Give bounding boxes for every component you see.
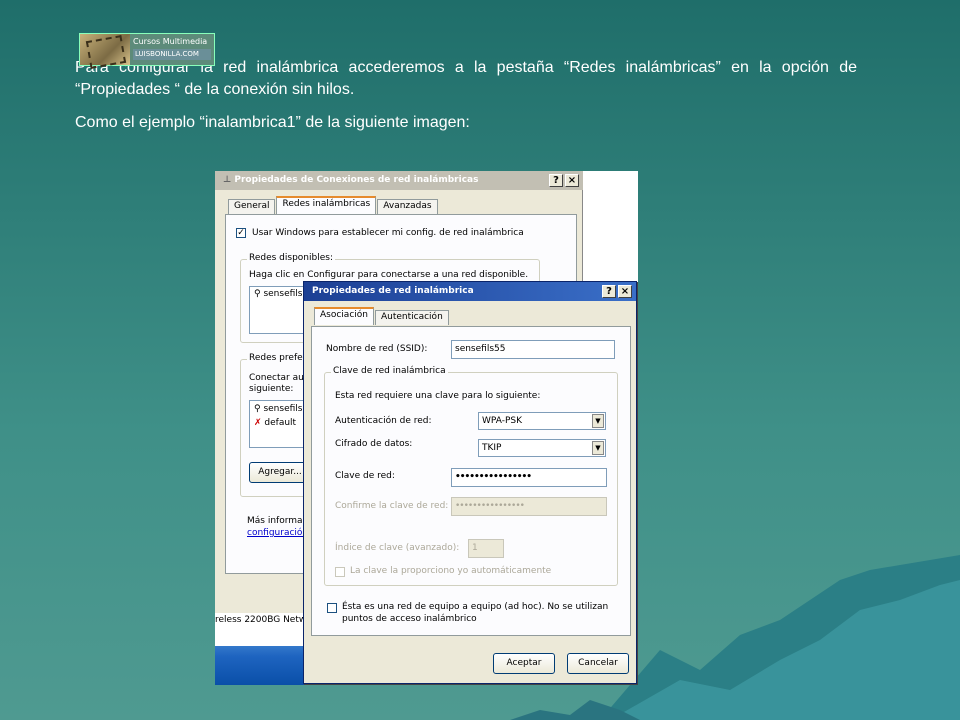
back-close-button[interactable]: × bbox=[565, 174, 579, 187]
cipher-select[interactable]: TKIP ▼ bbox=[478, 439, 606, 457]
add-button[interactable]: Agregar... bbox=[249, 462, 311, 483]
logo: Cursos Multimedia LUISBONILLA.COM bbox=[79, 33, 215, 66]
film-reel-icon bbox=[80, 34, 130, 65]
auto-key-label: La clave la proporciono yo automáticamen… bbox=[350, 566, 552, 576]
auth-select[interactable]: WPA-PSK ▼ bbox=[478, 412, 606, 430]
back-help-button[interactable]: ? bbox=[549, 174, 563, 187]
back-tabs: General Redes inalámbricas Avanzadas bbox=[228, 196, 439, 214]
adhoc-label-1: Ésta es una red de equipo a equipo (ad h… bbox=[342, 602, 609, 612]
index-label: Índice de clave (avanzado): bbox=[335, 543, 460, 553]
dropdown-arrow-icon: ▼ bbox=[592, 414, 604, 428]
key-desc: Esta red requiere una clave para lo sigu… bbox=[335, 391, 541, 401]
front-dialog: Propiedades de red inalámbrica ? × Asoci… bbox=[303, 281, 637, 684]
tab-general[interactable]: General bbox=[228, 199, 276, 214]
use-windows-checkbox[interactable]: ✓ bbox=[236, 228, 246, 238]
cipher-label: Cifrado de datos: bbox=[335, 439, 413, 449]
list-item[interactable]: ⚲ sensefils bbox=[254, 289, 302, 299]
index-value: 1 bbox=[472, 543, 478, 553]
more-info-label: Más informac bbox=[247, 516, 308, 526]
use-windows-label: Usar Windows para establecer mi config. … bbox=[252, 228, 524, 238]
front-tabs: Asociación Autenticación bbox=[314, 307, 450, 325]
adapter-status-text: reless 2200BG Netwo bbox=[215, 615, 312, 625]
auto-key-checkbox[interactable] bbox=[335, 567, 345, 577]
cipher-value: TKIP bbox=[482, 443, 502, 453]
logo-line-2: LUISBONILLA.COM bbox=[133, 49, 211, 60]
ssid-label: Nombre de red (SSID): bbox=[326, 344, 428, 354]
front-dialog-titlebar: Propiedades de red inalámbrica ? × bbox=[304, 282, 636, 301]
logo-line-1: Cursos Multimedia bbox=[133, 37, 208, 46]
adhoc-checkbox[interactable] bbox=[327, 603, 337, 613]
front-tab-panel: Nombre de red (SSID): sensefils55 Clave … bbox=[311, 326, 631, 636]
network-icon: ⊥ bbox=[223, 175, 235, 185]
preferred-networks-title: Redes prefer bbox=[247, 353, 309, 363]
available-networks-title: Redes disponibles: bbox=[247, 253, 335, 263]
dropdown-arrow-icon: ▼ bbox=[592, 441, 604, 455]
confirm-input[interactable]: •••••••••••••••• bbox=[451, 497, 607, 516]
netkey-label: Clave de red: bbox=[335, 471, 395, 481]
preferred-desc-1: Conectar aut bbox=[249, 373, 308, 383]
preferred-desc-2: siguiente: bbox=[249, 384, 294, 394]
slide-paragraph-2: Como el ejemplo “inalambrica1” de la sig… bbox=[75, 114, 470, 131]
desktop-background: reless 2200BG Netwo bbox=[215, 613, 312, 685]
list-item[interactable]: ⚲ sensefils bbox=[254, 404, 302, 414]
back-dialog-title: Propiedades de Conexiones de red inalámb… bbox=[234, 175, 479, 185]
key-group: Clave de red inalámbrica Esta red requie… bbox=[324, 366, 618, 586]
netkey-input[interactable]: •••••••••••••••• bbox=[451, 468, 607, 487]
auth-label: Autenticación de red: bbox=[335, 416, 432, 426]
front-dialog-title: Propiedades de red inalámbrica bbox=[312, 286, 474, 296]
list-item[interactable]: ✗ default bbox=[254, 418, 296, 428]
tab-avanzadas[interactable]: Avanzadas bbox=[377, 199, 438, 214]
tab-autenticacion[interactable]: Autenticación bbox=[374, 310, 449, 325]
key-group-title: Clave de red inalámbrica bbox=[331, 366, 448, 376]
tab-redes-inalambricas[interactable]: Redes inalámbricas bbox=[276, 196, 377, 214]
adhoc-label-2: puntos de acceso inalámbrico bbox=[342, 614, 477, 624]
config-link[interactable]: configuración bbox=[247, 528, 308, 538]
disconnected-icon: ✗ bbox=[254, 418, 265, 428]
ssid-input[interactable]: sensefils55 bbox=[451, 340, 615, 359]
index-stepper[interactable]: 1 bbox=[468, 539, 504, 558]
available-networks-desc: Haga clic en Configurar para conectarse … bbox=[249, 270, 529, 280]
front-close-button[interactable]: × bbox=[618, 285, 632, 298]
back-dialog-titlebar: ⊥ Propiedades de Conexiones de red inalá… bbox=[215, 171, 583, 190]
accept-button[interactable]: Aceptar bbox=[493, 653, 555, 674]
tab-asociacion[interactable]: Asociación bbox=[314, 307, 374, 325]
cancel-button[interactable]: Cancelar bbox=[567, 653, 629, 674]
auth-value: WPA-PSK bbox=[482, 416, 522, 426]
front-help-button[interactable]: ? bbox=[602, 285, 616, 298]
confirm-label: Confirme la clave de red: bbox=[335, 501, 449, 511]
